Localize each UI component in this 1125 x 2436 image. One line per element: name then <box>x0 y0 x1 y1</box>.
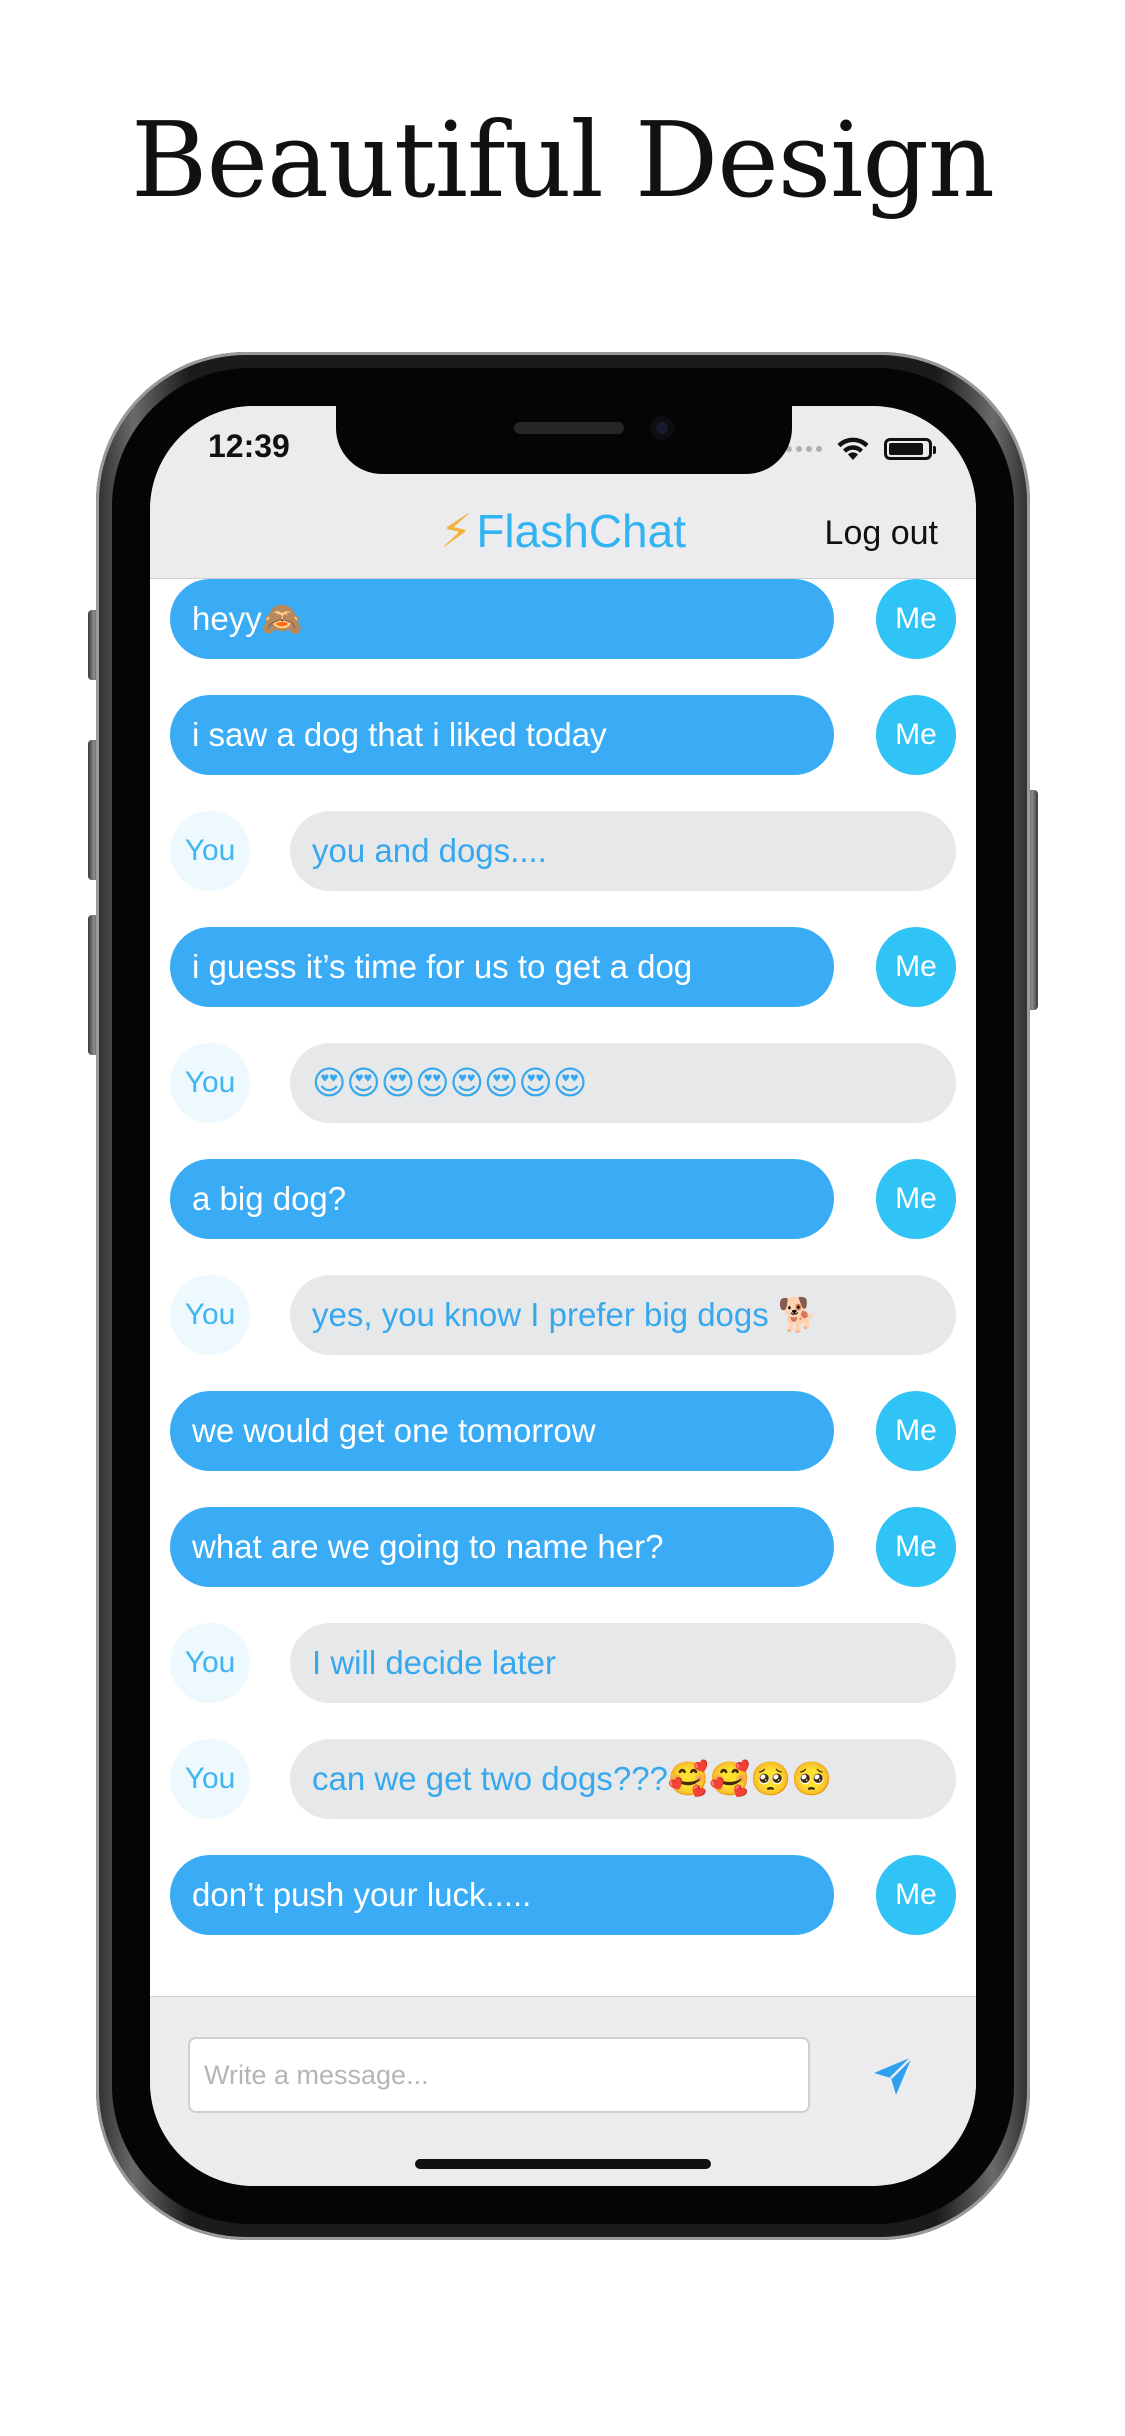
avatar-me: Me <box>876 1391 956 1471</box>
message-row-sent: don’t push your luck..... Me <box>150 1855 976 1935</box>
composer <box>150 1996 976 2186</box>
status-time: 12:39 <box>208 428 290 464</box>
notch <box>336 406 792 474</box>
bolt-icon: ⚡ <box>440 505 473 557</box>
phone-screen: 12:39 ⚡FlashChat Log out heyy🙈 Me i saw a … <box>150 406 976 2186</box>
home-indicator <box>415 2159 711 2169</box>
message-bubble[interactable]: heyy🙈 <box>170 579 834 659</box>
message-list[interactable]: heyy🙈 Me i saw a dog that i liked today Me y… <box>150 579 976 1996</box>
message-row-received: can we get two dogs???🥰🥰🥺🥺 You <box>150 1739 976 1819</box>
message-bubble[interactable]: i guess it’s time for us to get a dog <box>170 927 834 1007</box>
message-bubble[interactable]: can we get two dogs???🥰🥰🥺🥺 <box>290 1739 956 1819</box>
message-row-sent: what are we going to name her? Me <box>150 1507 976 1587</box>
battery-level <box>889 443 923 455</box>
battery-icon <box>884 438 936 460</box>
marketing-headline: Beautiful Design <box>131 99 995 221</box>
avatar-you: You <box>170 1043 250 1123</box>
message-bubble[interactable]: yes, you know I prefer big dogs 🐕 <box>290 1275 956 1355</box>
avatar-me: Me <box>876 579 956 659</box>
app-title-label: FlashChat <box>476 505 686 557</box>
message-row-received: you and dogs.... You <box>150 811 976 891</box>
cellular-signal-icon <box>786 446 822 452</box>
message-row-sent: heyy🙈 Me <box>150 579 976 659</box>
message-bubble[interactable]: 😍😍😍😍😍😍😍😍 <box>290 1043 956 1123</box>
message-bubble[interactable]: i saw a dog that i liked today <box>170 695 834 775</box>
avatar-you: You <box>170 1623 250 1703</box>
message-row-sent: i saw a dog that i liked today Me <box>150 695 976 775</box>
message-bubble[interactable]: we would get one tomorrow <box>170 1391 834 1471</box>
avatar-you: You <box>170 1739 250 1819</box>
message-row-received: 😍😍😍😍😍😍😍😍 You <box>150 1043 976 1123</box>
message-row-sent: a big dog? Me <box>150 1159 976 1239</box>
avatar-me: Me <box>876 695 956 775</box>
avatar-me: Me <box>876 1507 956 1587</box>
message-bubble[interactable]: don’t push your luck..... <box>170 1855 834 1935</box>
avatar-you: You <box>170 1275 250 1355</box>
message-bubble[interactable]: I will decide later <box>290 1623 956 1703</box>
status-icons <box>786 436 936 462</box>
speaker-grille <box>514 422 624 434</box>
message-row-received: I will decide later You <box>150 1623 976 1703</box>
paper-plane-icon[interactable] <box>862 2045 922 2105</box>
logout-button[interactable]: Log out <box>825 514 938 553</box>
front-camera <box>650 416 674 440</box>
avatar-you: You <box>170 811 250 891</box>
avatar-me: Me <box>876 1855 956 1935</box>
message-row-sent: i guess it’s time for us to get a dog Me <box>150 927 976 1007</box>
message-input[interactable] <box>188 2037 810 2113</box>
avatar-me: Me <box>876 927 956 1007</box>
wifi-icon <box>837 437 869 460</box>
message-row-received: yes, you know I prefer big dogs 🐕 You <box>150 1275 976 1355</box>
avatar-me: Me <box>876 1159 956 1239</box>
message-bubble[interactable]: you and dogs.... <box>290 811 956 891</box>
message-row-sent: we would get one tomorrow Me <box>150 1391 976 1471</box>
message-bubble[interactable]: a big dog? <box>170 1159 834 1239</box>
message-bubble[interactable]: what are we going to name her? <box>170 1507 834 1587</box>
